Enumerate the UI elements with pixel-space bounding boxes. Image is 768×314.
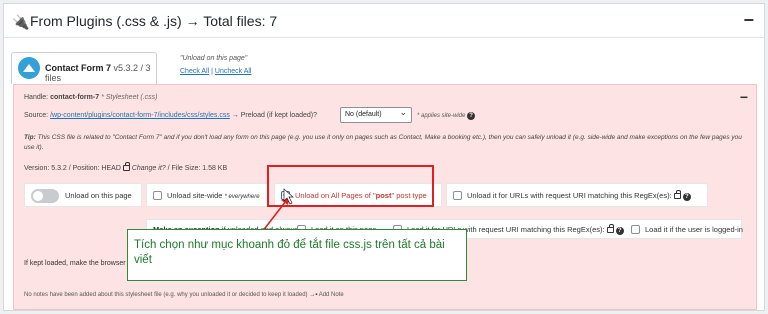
arrow-line [261, 200, 287, 233]
screenshot-frame: 🔌 From Plugins (.css & .js) → Total file… [0, 0, 768, 314]
annotation-box: Tích chọn như mục khoanh đỏ để tắt file … [127, 229, 467, 281]
annotation-text: Tích chọn như mục khoanh đỏ để tắt file … [134, 239, 445, 266]
